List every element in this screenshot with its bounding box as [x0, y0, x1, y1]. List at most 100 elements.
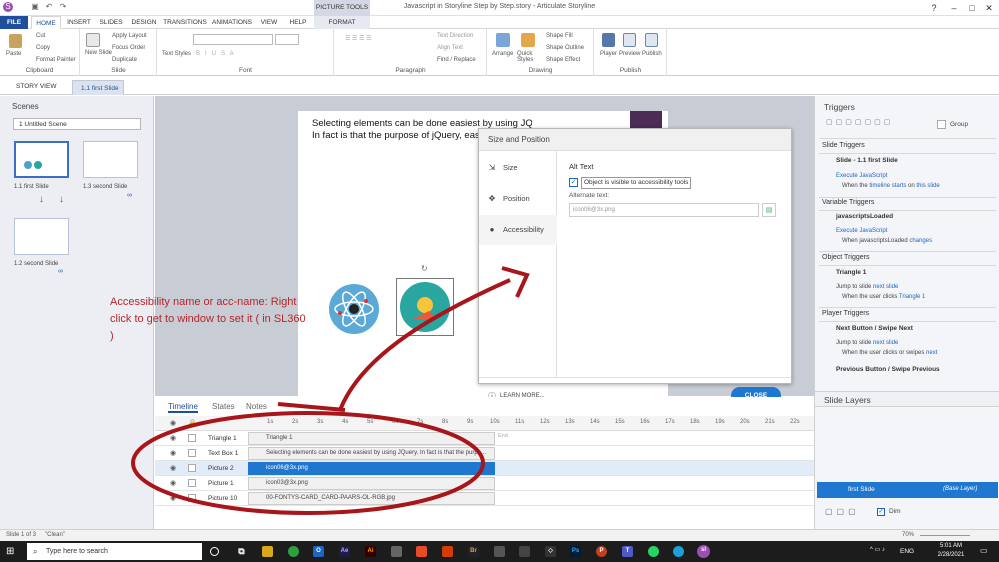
alt-text-edit-icon[interactable]: ▤	[762, 203, 776, 217]
focus-order-button[interactable]: Focus Order	[112, 45, 145, 51]
tab-help[interactable]: HELP	[284, 16, 312, 29]
taskbar-search[interactable]: ⌕ Type here to search	[27, 543, 202, 560]
group-checkbox[interactable]	[937, 120, 946, 129]
eye-icon[interactable]: ◉	[170, 494, 176, 502]
player-icon[interactable]	[602, 33, 615, 47]
trigger-jump-1[interactable]: Jump to slide next slide	[836, 284, 898, 290]
teams-icon[interactable]: T	[622, 546, 633, 557]
scene-dropdown[interactable]: 1 Untitled Scene	[13, 118, 141, 130]
app-icon[interactable]	[494, 546, 505, 557]
app-icon[interactable]	[673, 546, 684, 557]
timeline-row[interactable]: ◉ Picture 1 icon03@3x.png	[155, 476, 814, 491]
text-direction-button[interactable]: Text Direction	[437, 33, 473, 39]
list-buttons[interactable]: ☰ ☰ ☰ ☰	[345, 35, 372, 42]
thumb-first-slide[interactable]	[14, 141, 69, 178]
row-bar[interactable]: icon06@3x.png	[248, 462, 495, 475]
office-icon[interactable]	[442, 546, 453, 557]
lock-checkbox[interactable]	[188, 464, 196, 472]
bridge-icon[interactable]: Br	[468, 546, 479, 557]
tray-icons[interactable]: ^ ▭ ♪	[870, 546, 885, 553]
duplicate-button[interactable]: Duplicate	[112, 57, 137, 63]
calculator-icon[interactable]	[391, 546, 402, 557]
font-style-buttons[interactable]: B I U S A	[196, 51, 234, 57]
quick-styles-button[interactable]: Quick Styles	[517, 51, 541, 63]
timeline-row[interactable]: ◉ Triangle 1 Triangle 1	[155, 431, 814, 446]
tab-slides[interactable]: SLIDES	[97, 16, 125, 29]
paste-icon[interactable]	[9, 34, 22, 48]
clock-date[interactable]: 2/28/2021	[931, 552, 971, 558]
tab-notes[interactable]: Notes	[246, 402, 267, 411]
row-bar[interactable]: Selecting elements can be done easiest b…	[248, 447, 495, 460]
timeline-row-selected[interactable]: ◉ Picture 2 icon06@3x.png	[155, 461, 814, 476]
tab-story-view[interactable]: STORY VIEW	[4, 80, 68, 94]
after-effects-icon[interactable]: Ae	[339, 546, 350, 557]
publish-icon[interactable]	[645, 33, 658, 47]
player-button[interactable]: Player	[600, 51, 617, 57]
format-painter-button[interactable]: Format Painter	[36, 57, 76, 63]
language-indicator[interactable]: ENG	[900, 548, 914, 555]
sun-icon[interactable]	[399, 281, 451, 333]
previous-button-trigger[interactable]: Previous Button / Swipe Previous	[836, 366, 940, 373]
align-text-button[interactable]: Align Text	[437, 45, 463, 51]
whatsapp-icon[interactable]	[648, 546, 659, 557]
tab-file[interactable]: FILE	[0, 16, 28, 29]
zoom-slider[interactable]	[920, 535, 970, 536]
tab-animations[interactable]: ANIMATIONS	[210, 16, 254, 29]
row-bar[interactable]: icon03@3x.png	[248, 477, 495, 490]
alt-text-input[interactable]: icon06@3x.png	[569, 203, 759, 217]
outlook-icon[interactable]: O	[313, 546, 324, 557]
notification-icon[interactable]: ▭	[980, 546, 988, 555]
shape-effect-button[interactable]: Shape Effect	[546, 57, 580, 63]
storyline-taskbar-icon[interactable]: sl	[697, 545, 710, 558]
font-family-select[interactable]	[193, 34, 273, 45]
arrange-button[interactable]: Arrange	[492, 51, 513, 57]
task-view-icon[interactable]: ⧉	[236, 546, 247, 557]
layer-toolbar-icons[interactable]: ▢▢▢	[825, 507, 860, 516]
eye-icon[interactable]: ◉	[170, 449, 176, 457]
illustrator-icon[interactable]: Ai	[365, 546, 376, 557]
storyline-app-icon[interactable]	[416, 546, 427, 557]
eye-icon[interactable]: ◉	[170, 479, 176, 487]
trigger-toolbar-icons[interactable]: ▢▢▢▢▢▢▢	[826, 118, 934, 130]
tab-format[interactable]: FORMAT	[314, 16, 370, 29]
tab-design[interactable]: DESIGN	[128, 16, 160, 29]
lock-checkbox[interactable]	[188, 434, 196, 442]
shape-fill-button[interactable]: Shape Fill	[546, 33, 573, 39]
lock-checkbox[interactable]	[188, 449, 196, 457]
lock-checkbox[interactable]	[188, 479, 196, 487]
nav-size[interactable]: ⇲ Size	[479, 153, 557, 183]
tab-current-slide[interactable]: 1.1 first Slide	[72, 80, 124, 95]
app-icon[interactable]	[519, 546, 530, 557]
unity-icon[interactable]: ◇	[545, 546, 556, 557]
shape-outline-button[interactable]: Shape Outline	[546, 45, 584, 51]
publish-button[interactable]: Publish	[642, 51, 662, 57]
quick-styles-icon[interactable]	[521, 33, 535, 47]
cut-button[interactable]: Cut	[36, 33, 45, 39]
nav-accessibility[interactable]: ● Accessibility	[479, 215, 557, 245]
preview-button[interactable]: Preview	[619, 51, 640, 57]
thumb-third-slide[interactable]	[14, 218, 69, 255]
dim-checkbox[interactable]: ✓	[877, 508, 885, 516]
font-size-select[interactable]	[275, 34, 299, 45]
trigger-jump-2[interactable]: Jump to slide next slide	[836, 340, 898, 346]
tab-states[interactable]: States	[212, 402, 235, 411]
preview-icon[interactable]	[623, 33, 636, 47]
nav-position[interactable]: ✥ Position	[479, 184, 557, 214]
timeline-row[interactable]: ◉ Picture 10 00-FONTYS-CARD_CARD-PAARS-O…	[155, 491, 814, 506]
tab-insert[interactable]: INSERT	[64, 16, 94, 29]
base-layer-row[interactable]: first Slide (Base Layer)	[817, 482, 998, 498]
tab-home[interactable]: HOME	[31, 16, 61, 29]
copy-button[interactable]: Copy	[36, 45, 50, 51]
trigger-exec-js-2[interactable]: Execute JavaScript	[836, 228, 887, 234]
row-bar[interactable]: Triangle 1	[248, 432, 495, 445]
tab-view[interactable]: VIEW	[256, 16, 282, 29]
arrange-icon[interactable]	[496, 33, 510, 47]
new-slide-button[interactable]: New Slide	[85, 50, 112, 56]
powerpoint-icon[interactable]: P	[596, 546, 607, 557]
paste-button[interactable]: Paste	[6, 51, 21, 57]
photoshop-icon[interactable]: Ps	[570, 546, 581, 557]
new-slide-icon[interactable]	[86, 33, 100, 47]
file-explorer-icon[interactable]	[262, 546, 273, 557]
lock-checkbox[interactable]	[188, 494, 196, 502]
visible-checkbox[interactable]: ✓	[569, 178, 578, 187]
